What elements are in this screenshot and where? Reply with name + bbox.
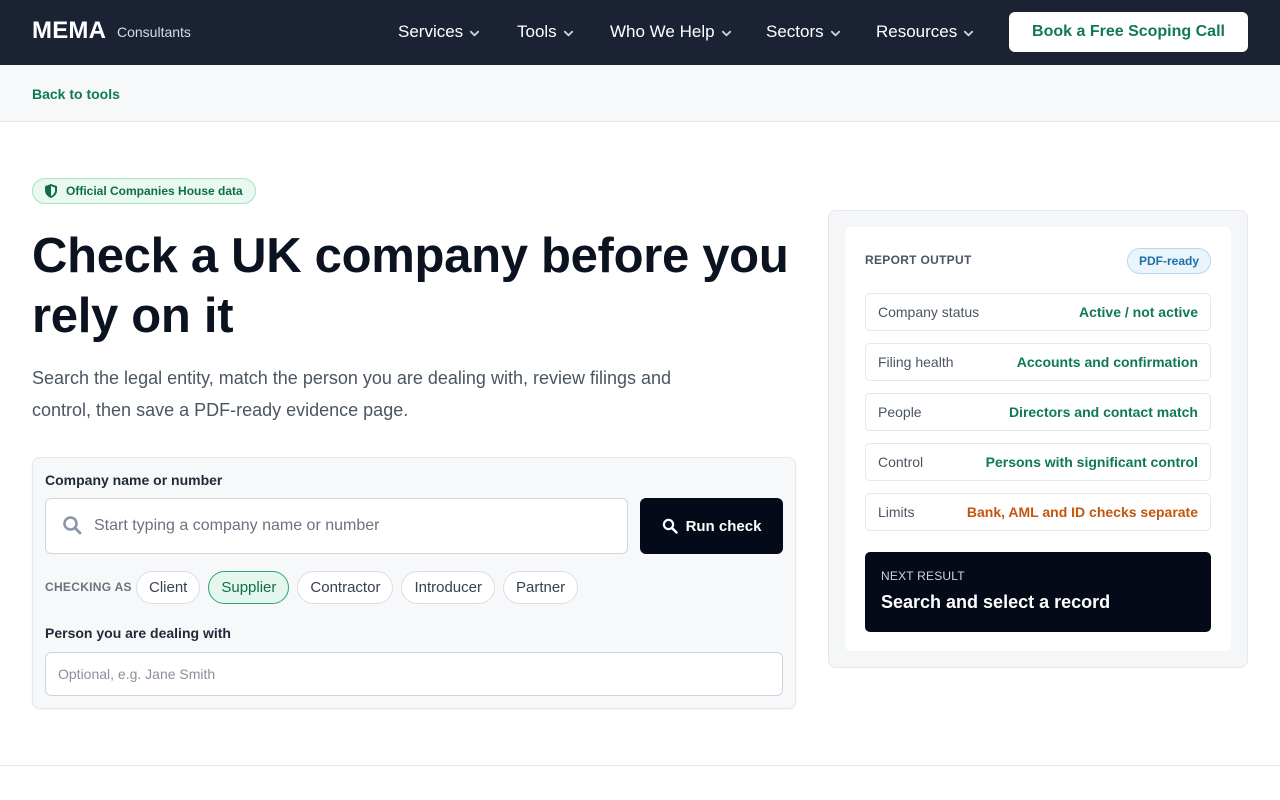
role-chip-partner[interactable]: Partner [502, 571, 579, 604]
chevron-down-icon [563, 30, 573, 36]
nav-services[interactable]: Services [398, 22, 480, 42]
official-data-badge: Official Companies House data [32, 178, 256, 204]
checking-as-label: CHECKING AS [45, 580, 132, 594]
report-row-key: Limits [878, 504, 915, 520]
company-search-form: Company name or number Run check CHECKIN… [32, 457, 796, 709]
role-chip-client[interactable]: Client [136, 571, 201, 604]
search-icon [662, 518, 678, 534]
report-row-value: Accounts and confirmation [1016, 354, 1198, 370]
logo-subtitle: Consultants [117, 24, 191, 40]
role-chip-contractor[interactable]: Contractor [297, 571, 394, 604]
nav-tools[interactable]: Tools [517, 22, 574, 42]
section-divider [0, 765, 1280, 766]
company-search-input[interactable] [94, 499, 614, 553]
book-scoping-call-button[interactable]: Book a Free Scoping Call [1009, 12, 1248, 52]
company-search-box[interactable] [45, 498, 628, 554]
report-row-key: People [878, 404, 922, 420]
chevron-down-icon [721, 30, 731, 36]
shield-icon [45, 184, 57, 198]
report-heading: REPORT OUTPUT [865, 253, 972, 267]
run-check-button[interactable]: Run check [640, 498, 783, 554]
run-check-label: Run check [685, 517, 762, 535]
next-result-box: NEXT RESULT Search and select a record [865, 552, 1211, 632]
breadcrumb-bar: Back to tools [0, 65, 1280, 122]
report-row-key: Filing health [878, 354, 954, 370]
company-field-label: Company name or number [45, 472, 223, 488]
badge-label: Official Companies House data [66, 184, 243, 198]
report-row-control: Control Persons with significant control [865, 443, 1211, 481]
search-icon [63, 516, 82, 535]
top-navigation-bar: MEMA Consultants Services Tools Who We H… [0, 0, 1280, 65]
nav-label: Resources [876, 22, 958, 41]
nav-label: Tools [517, 22, 557, 41]
person-field-label: Person you are dealing with [45, 625, 231, 641]
report-row-filing-health: Filing health Accounts and confirmation [865, 343, 1211, 381]
nav-label: Who We Help [610, 22, 715, 41]
report-row-key: Company status [878, 304, 980, 320]
role-chip-group: Client Supplier Contractor Introducer Pa… [136, 571, 579, 604]
page-title: Check a UK company before you rely on it [32, 229, 789, 343]
back-to-tools-link[interactable]: Back to tools [32, 86, 120, 102]
role-chip-supplier[interactable]: Supplier [208, 571, 290, 604]
chevron-down-icon [964, 30, 974, 36]
report-output-panel: REPORT OUTPUT PDF-ready Company status A… [828, 210, 1248, 668]
report-row-key: Control [878, 454, 924, 470]
report-row-people: People Directors and contact match [865, 393, 1211, 431]
report-row-value: Active / not active [1078, 304, 1198, 320]
next-result-label: NEXT RESULT [881, 569, 965, 583]
next-result-value: Search and select a record [881, 592, 1111, 612]
nav-label: Services [398, 22, 464, 41]
report-row-value: Persons with significant control [985, 454, 1198, 470]
logo[interactable]: MEMA [32, 17, 106, 45]
chevron-down-icon [830, 30, 840, 36]
pdf-ready-badge: PDF-ready [1127, 248, 1211, 274]
report-row-value: Directors and contact match [1008, 404, 1198, 420]
report-output-card: REPORT OUTPUT PDF-ready Company status A… [845, 227, 1231, 651]
nav-sectors[interactable]: Sectors [766, 22, 841, 42]
role-chip-introducer[interactable]: Introducer [401, 571, 495, 604]
nav-label: Sectors [766, 22, 824, 41]
person-name-input[interactable] [45, 652, 783, 696]
report-row-value: Bank, AML and ID checks separate [966, 504, 1198, 520]
report-row-company-status: Company status Active / not active [865, 293, 1211, 331]
nav-who-we-help[interactable]: Who We Help [610, 22, 732, 42]
chevron-down-icon [470, 30, 480, 36]
nav-resources[interactable]: Resources [876, 22, 974, 42]
page-description: Search the legal entity, match the perso… [32, 368, 672, 420]
report-row-limits: Limits Bank, AML and ID checks separate [865, 493, 1211, 531]
